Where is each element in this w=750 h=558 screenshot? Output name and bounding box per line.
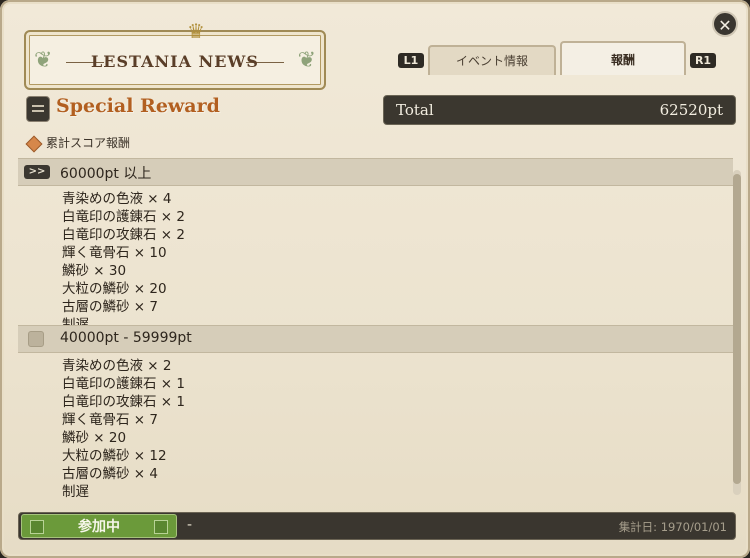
- tier-range: 60000pt 以上: [60, 166, 152, 182]
- scrollbar-thumb[interactable]: [733, 174, 741, 484]
- close-icon: ✕: [718, 16, 732, 35]
- tier-items: 青染めの色液 × 2 白竜印の護錬石 × 1 白竜印の攻錬石 × 1 輝く竜骨石…: [62, 357, 185, 501]
- list-item: 古層の鱗砂 × 4: [62, 466, 158, 482]
- tier-items: 青染めの色液 × 4 白竜印の護錬石 × 2 白竜印の攻錬石 × 2 輝く竜骨石…: [62, 190, 185, 334]
- total-value: 62520pt: [659, 101, 723, 119]
- tier-header: >> 60000pt 以上: [18, 158, 733, 186]
- list-item: 白竜印の攻錬石 × 2: [62, 227, 185, 243]
- button-deco-right-icon: [154, 520, 168, 534]
- scrollbar[interactable]: [733, 170, 741, 495]
- double-chevron-icon: >>: [24, 165, 50, 179]
- participating-button[interactable]: 参加中: [21, 514, 177, 538]
- news-panel: ✕ ♛ ❦ ❦ LESTANIA NEWS L1 イベント情報 報酬 R1 Sp…: [0, 0, 750, 558]
- total-label: Total: [396, 101, 434, 119]
- list-item: 大粒の鱗砂 × 20: [62, 281, 167, 297]
- footer-bar: 参加中 - 集計日: 1970/01/01: [18, 512, 736, 540]
- list-item: 鱗砂 × 30: [62, 263, 127, 279]
- list-item: 制遅: [62, 484, 89, 500]
- tab-rewards[interactable]: 報酬: [560, 41, 686, 75]
- cumulative-label: 累計スコア報酬: [46, 136, 131, 150]
- logo-title: LESTANIA NEWS: [91, 52, 259, 71]
- l1-key-hint: L1: [398, 53, 424, 68]
- cumulative-score-heading: 累計スコア報酬: [25, 134, 131, 152]
- tier-range: 40000pt - 59999pt: [60, 330, 192, 346]
- list-item: 白竜印の護錬石 × 1: [62, 376, 185, 392]
- close-button[interactable]: ✕: [712, 11, 738, 37]
- section-title: Special Reward: [56, 95, 220, 117]
- tier-marker-icon: [28, 331, 44, 347]
- crown-icon: ♛: [187, 19, 205, 43]
- diamond-icon: [25, 135, 43, 152]
- reward-list[interactable]: >> 60000pt 以上 青染めの色液 × 4 白竜印の護錬石 × 2 白竜印…: [18, 158, 733, 504]
- list-item: 白竜印の攻錬石 × 1: [62, 394, 185, 410]
- list-item: 青染めの色液 × 2: [62, 358, 172, 374]
- total-score-bar: Total 62520pt: [383, 95, 736, 125]
- tab-event-info[interactable]: イベント情報: [428, 45, 556, 75]
- r1-key-hint: R1: [690, 53, 716, 68]
- participating-label: 参加中: [78, 519, 120, 535]
- list-item: 輝く竜骨石 × 10: [62, 245, 167, 261]
- tier-header: 40000pt - 59999pt: [18, 325, 733, 353]
- list-item: 輝く竜骨石 × 7: [62, 412, 158, 428]
- aggregation-date: 集計日: 1970/01/01: [618, 520, 727, 534]
- list-item: 鱗砂 × 20: [62, 430, 127, 446]
- list-item: 古層の鱗砂 × 7: [62, 299, 158, 315]
- status-text: -: [187, 517, 193, 533]
- menu-icon: [26, 96, 50, 122]
- list-item: 青染めの色液 × 4: [62, 191, 172, 207]
- list-item: 白竜印の護錬石 × 2: [62, 209, 185, 225]
- list-item: 大粒の鱗砂 × 12: [62, 448, 167, 464]
- lestania-news-logo: ♛ ❦ ❦ LESTANIA NEWS: [24, 20, 326, 90]
- tab-bar: L1 イベント情報 報酬 R1: [398, 41, 718, 75]
- button-deco-left-icon: [30, 520, 44, 534]
